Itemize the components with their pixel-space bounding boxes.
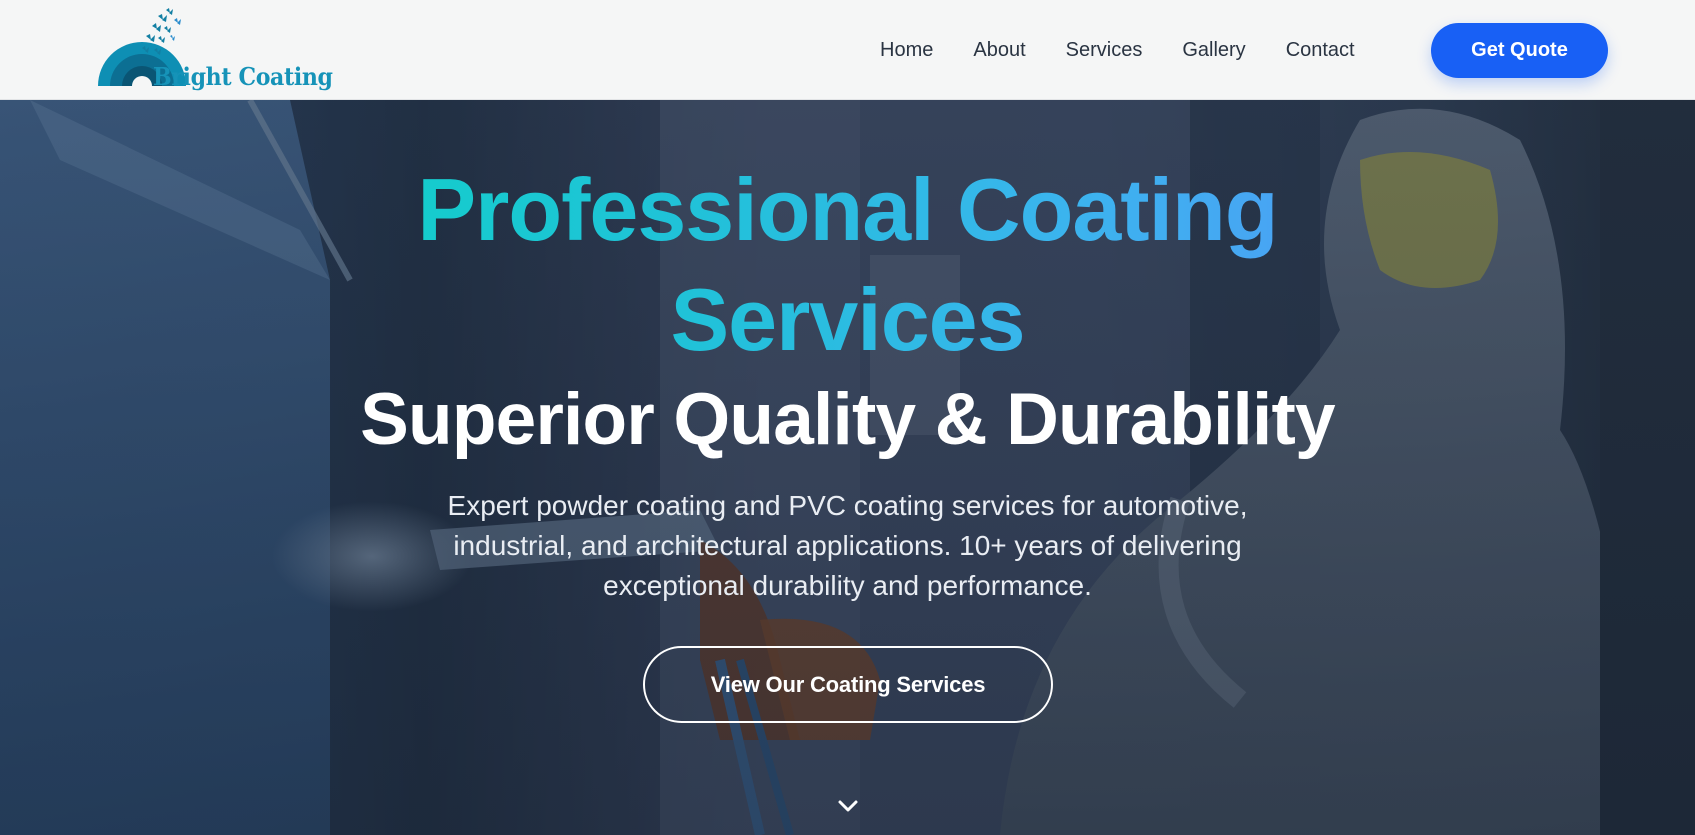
hero-subtitle: Superior Quality & Durability (360, 379, 1335, 460)
brand-name: Bright Coating (153, 62, 333, 91)
main-nav: Home About Services Gallery Contact (880, 0, 1395, 100)
nav-services[interactable]: Services (1066, 39, 1143, 62)
hero-title: Professional Coating Services (300, 155, 1395, 375)
hero-description: Expert powder coating and PVC coating se… (447, 490, 1248, 601)
nav-gallery[interactable]: Gallery (1182, 39, 1245, 62)
nav-about[interactable]: About (973, 39, 1025, 62)
view-services-button[interactable]: View Our Coating Services (643, 646, 1053, 723)
get-quote-button[interactable]: Get Quote (1431, 23, 1608, 78)
nav-home[interactable]: Home (880, 39, 933, 62)
chevron-down-icon[interactable] (836, 796, 860, 816)
brand-logo[interactable]: Bright Coating (96, 6, 336, 94)
site-header: Bright Coating Home About Services Galle… (0, 0, 1695, 100)
nav-contact[interactable]: Contact (1286, 39, 1355, 62)
hero-section: Professional Coating Services Superior Q… (0, 100, 1695, 835)
